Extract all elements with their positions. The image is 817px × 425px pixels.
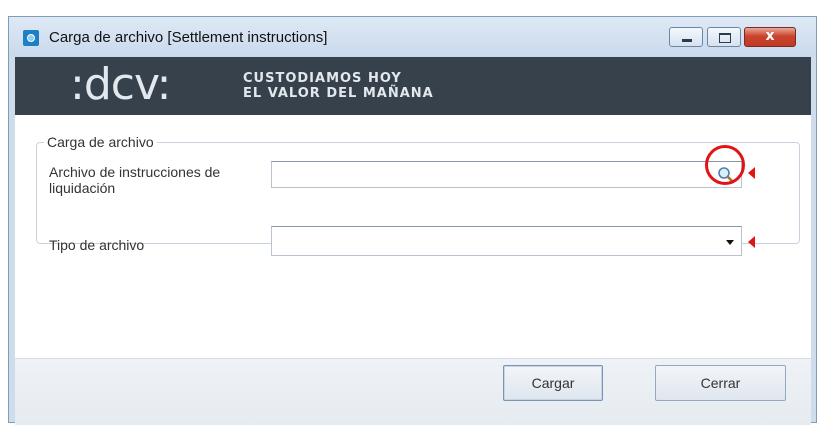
banner-tagline: CUSTODIAMOS HOY EL VALOR DEL MAÑANA (243, 71, 434, 101)
maximize-button[interactable] (707, 27, 741, 47)
minimize-button[interactable] (669, 27, 703, 47)
minimize-icon (682, 39, 692, 42)
title-bar[interactable]: Carga de archivo [Settlement instruction… (9, 17, 816, 57)
dropdown-arrow-icon[interactable] (726, 240, 734, 245)
groupbox-title: Carga de archivo (44, 134, 157, 150)
close-icon: x (765, 28, 775, 44)
file-type-select[interactable] (271, 226, 742, 256)
window-title: Carga de archivo [Settlement instruction… (49, 29, 328, 46)
load-button[interactable]: Cargar (503, 365, 603, 401)
maximize-icon (719, 33, 731, 43)
dcv-logo: :dcv: (70, 59, 171, 110)
file-type-label: Tipo de archivo (49, 237, 145, 253)
brand-banner: :dcv: CUSTODIAMOS HOY EL VALOR DEL MAÑAN… (15, 57, 811, 115)
close-button[interactable]: Cerrar (655, 365, 786, 401)
file-label: Archivo de instrucciones de liquidación (49, 164, 221, 196)
form-panel: Carga de archivo Archivo de instruccione… (15, 115, 811, 358)
highlight-circle (705, 145, 745, 185)
dialog-window: Carga de archivo [Settlement instruction… (8, 16, 817, 425)
app-icon (23, 30, 39, 46)
file-path-input[interactable] (271, 161, 742, 188)
required-marker-icon (748, 236, 755, 248)
tagline-line-1: CUSTODIAMOS HOY (243, 71, 402, 86)
required-marker-icon (748, 167, 755, 179)
tagline-line-2: EL VALOR DEL MAÑANA (243, 86, 434, 101)
close-window-button[interactable]: x (744, 27, 796, 47)
